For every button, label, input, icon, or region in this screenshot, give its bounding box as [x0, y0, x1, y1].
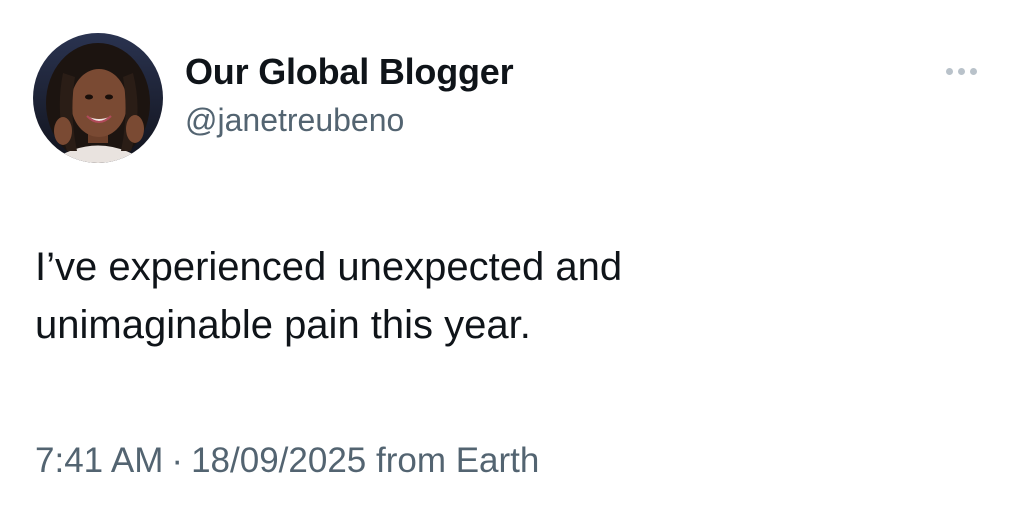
user-handle[interactable]: @janetreubeno	[185, 100, 513, 140]
tweet-card: Our Global Blogger @janetreubeno I’ve ex…	[0, 0, 1024, 514]
profile-photo-icon	[33, 33, 163, 163]
meta-separator: ·	[171, 441, 184, 480]
tweet-text-line: unimaginable pain this year.	[35, 303, 531, 347]
tweet-date[interactable]: 18/09/2025	[191, 441, 366, 480]
display-name[interactable]: Our Global Blogger	[185, 50, 514, 94]
tweet-text: I’ve experienced unexpected and unimagin…	[35, 238, 975, 354]
tweet-text-line: I’ve experienced unexpected and	[35, 245, 623, 289]
author-info: Our Global Blogger @janetreubeno	[185, 50, 514, 140]
more-options-button[interactable]	[936, 56, 986, 86]
tweet-meta: 7:41 AM · 18/09/2025 from Earth	[35, 438, 539, 484]
tweet-source: from Earth	[375, 441, 540, 480]
tweet-time[interactable]: 7:41 AM	[35, 441, 163, 480]
avatar[interactable]	[33, 33, 163, 163]
ellipsis-icon	[957, 67, 965, 75]
ellipsis-icon	[945, 67, 953, 75]
ellipsis-icon	[969, 67, 977, 75]
